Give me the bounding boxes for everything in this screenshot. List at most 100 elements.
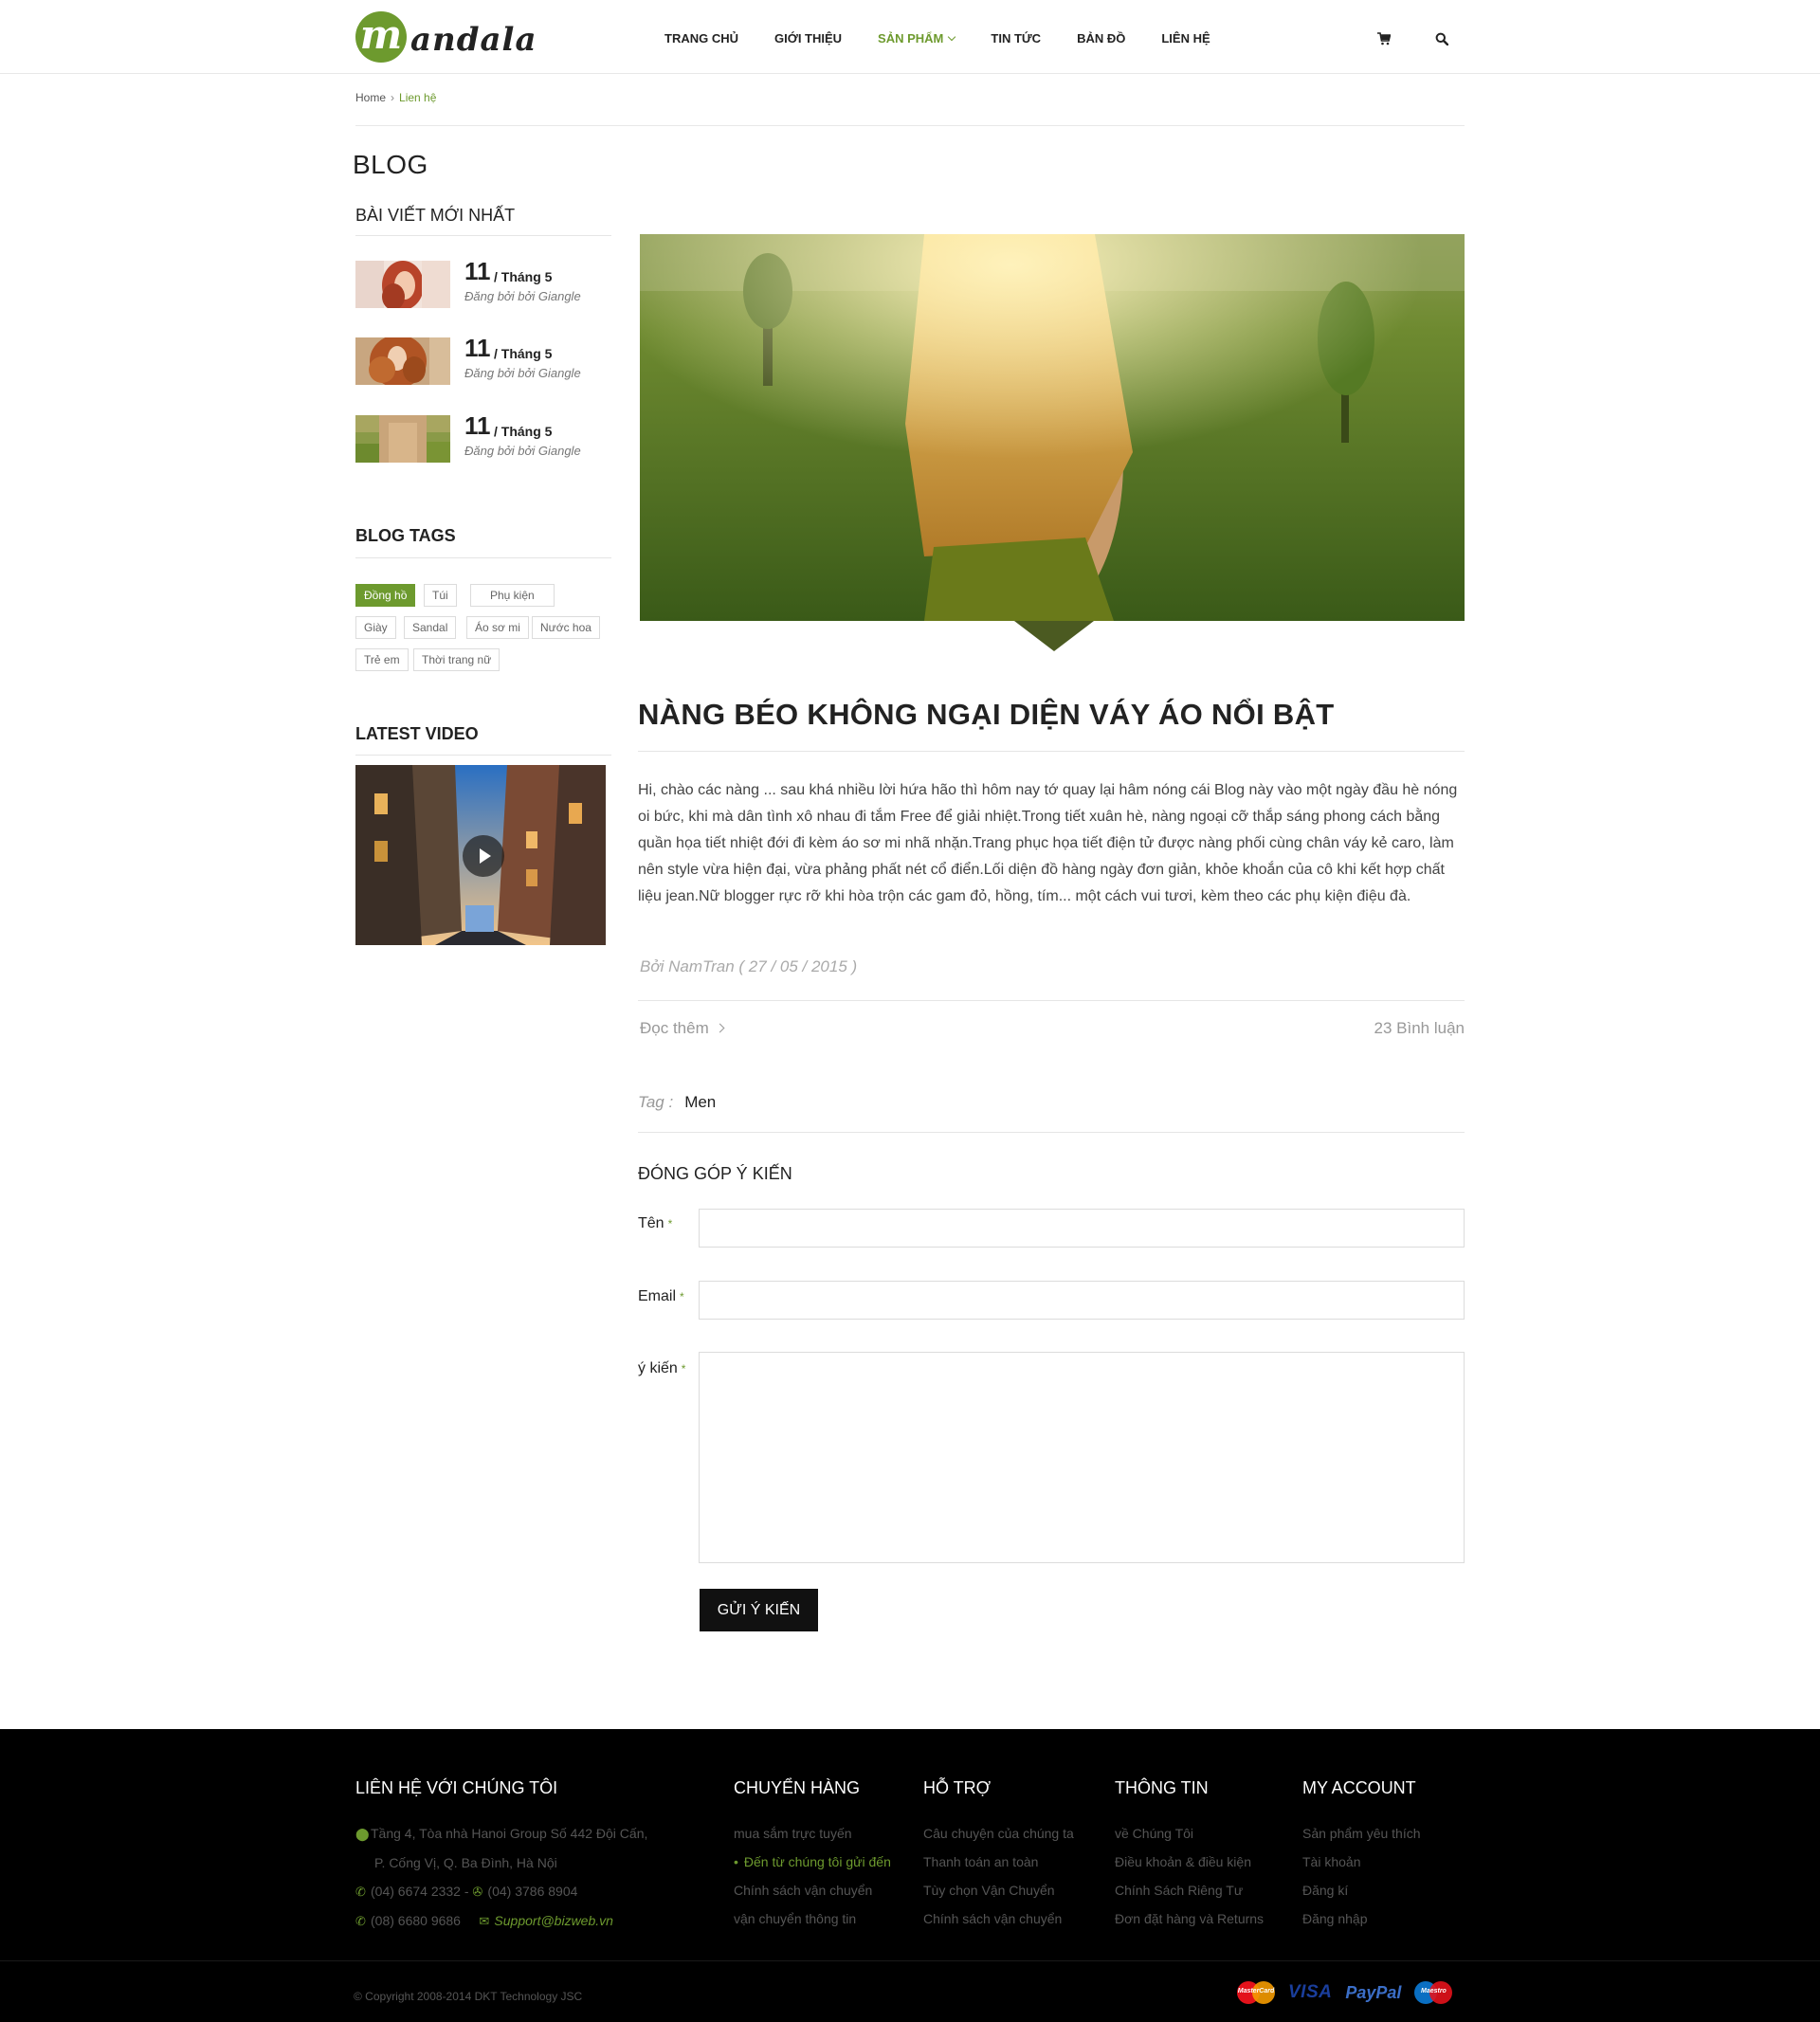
recent-post-author: Đăng bởi bởi Giangle	[464, 444, 581, 458]
footer-link[interactable]: Đơn đặt hàng và Returns	[1115, 1904, 1264, 1933]
footer-column-title: HỖ TRỢ	[923, 1778, 992, 1797]
comments-link[interactable]: 23 Bình luận	[1374, 1019, 1465, 1038]
comment-label-text: ý kiến	[638, 1360, 678, 1376]
tag-item[interactable]: Đồng hồ	[355, 584, 416, 607]
recent-post-day: 11	[464, 334, 491, 362]
article-title-divider	[638, 751, 1465, 752]
footer-link[interactable]: Câu chuyện của chúng ta	[923, 1819, 1074, 1848]
article-meta: Bởi NamTran ( 27 / 05 / 2015 )	[640, 957, 858, 975]
footer-link[interactable]: vận chuyển thông tin	[734, 1904, 891, 1933]
footer-divider	[0, 1960, 1820, 1961]
article-title[interactable]: NÀNG BÉO KHÔNG NGẠI DIỆN VÁY ÁO NỔI BẬT	[638, 698, 1335, 732]
recent-post[interactable]: 11 / Tháng 5 Đăng bởi bởi Giangle	[355, 411, 611, 463]
nav-news[interactable]: TIN TỨC	[991, 31, 1041, 50]
play-icon[interactable]	[463, 835, 504, 877]
breadcrumb-home[interactable]: Home	[355, 91, 386, 104]
footer-phone-row: ✆ (04) 6674 2332 - ✇ (04) 3786 8904	[355, 1877, 647, 1906]
logo-text: andala	[410, 21, 537, 59]
email-field[interactable]	[699, 1281, 1465, 1320]
footer-phone-1[interactable]: (04) 6674 2332	[371, 1884, 461, 1899]
tag-item[interactable]: Túi	[424, 584, 457, 607]
footer-link[interactable]: Chính Sách Riêng Tư	[1115, 1876, 1264, 1904]
footer-phone-row-2: ✆ (08) 6680 9686 ✉ Support@bizweb.vn	[355, 1906, 647, 1936]
recent-post-author: Đăng bởi bởi Giangle	[464, 289, 581, 303]
recent-posts-title: BÀI VIẾT MỚI NHẤT	[355, 206, 516, 225]
search-icon[interactable]	[1435, 32, 1448, 46]
tag-item[interactable]: Trẻ em	[355, 648, 409, 671]
recent-post-thumbnail[interactable]	[355, 415, 450, 463]
footer-email[interactable]: Support@bizweb.vn	[494, 1913, 613, 1928]
footer-link[interactable]: Chính sách vận chuyển	[734, 1876, 891, 1904]
blog-tags-divider	[355, 557, 611, 558]
tag-item[interactable]: Áo sơ mi	[466, 616, 529, 639]
footer-phone-separator: -	[464, 1884, 469, 1899]
breadcrumb-current[interactable]: Lien hệ	[399, 91, 436, 104]
breadcrumb: Home › Lien hệ	[355, 91, 436, 104]
footer-link[interactable]: Đăng kí	[1302, 1876, 1421, 1904]
nav-products-label: SẢN PHẨM	[878, 31, 944, 46]
nav-contact[interactable]: LIÊN HỆ	[1161, 31, 1210, 50]
footer-link[interactable]: Chính sách vận chuyển	[923, 1904, 1074, 1933]
required-mark: *	[680, 1290, 684, 1303]
name-label: Tên *	[638, 1215, 672, 1232]
footer-column-title: MY ACCOUNT	[1302, 1778, 1416, 1797]
read-more-link[interactable]: Đọc thêm	[640, 1019, 725, 1038]
site-logo[interactable]: m andala	[355, 11, 537, 63]
footer-link[interactable]: Sản phẩm yêu thích	[1302, 1819, 1421, 1848]
footer-account: MY ACCOUNT Sản phẩm yêu thích Tài khoản …	[1302, 1778, 1421, 1933]
tag-item[interactable]: Nước hoa	[532, 616, 600, 639]
comment-label: ý kiến *	[638, 1360, 685, 1377]
footer-link[interactable]: mua sắm trực tuyến	[734, 1819, 891, 1848]
map-pin-icon: ⬤	[355, 1827, 370, 1841]
read-more-label: Đọc thêm	[640, 1019, 709, 1037]
article-tags: Tag : Men	[638, 1093, 716, 1112]
nav-map[interactable]: BẢN ĐỒ	[1077, 31, 1125, 50]
footer-link[interactable]: Đăng nhập	[1302, 1904, 1421, 1933]
video-player[interactable]	[355, 765, 606, 945]
recent-post[interactable]: 11 / Tháng 5 Đăng bởi bởi Giangle	[355, 257, 611, 308]
breadcrumb-separator-icon: ›	[391, 91, 395, 104]
nav-home[interactable]: TRANG CHỦ	[664, 31, 738, 50]
footer-phone-2[interactable]: (08) 6680 9686	[371, 1913, 461, 1928]
article-hero-image	[640, 234, 1465, 621]
name-field[interactable]	[699, 1209, 1465, 1248]
phone-icon: ✆	[355, 1914, 366, 1928]
recent-post-month: / Tháng 5	[494, 269, 553, 284]
footer-column-title: THÔNG TIN	[1115, 1778, 1209, 1797]
tag-item[interactable]: Phụ kiện	[470, 584, 555, 607]
tag-item[interactable]: Giày	[355, 616, 396, 639]
maestro-label: Maestro	[1420, 1988, 1447, 1995]
recent-post-thumbnail[interactable]	[355, 261, 450, 308]
article-tag-label: Tag :	[638, 1093, 674, 1111]
article-tags-divider	[638, 1132, 1465, 1133]
paypal-icon: PayPal	[1345, 1982, 1402, 2002]
latest-video-divider	[355, 755, 611, 756]
cart-icon[interactable]	[1377, 32, 1391, 46]
comment-textarea[interactable]	[699, 1352, 1465, 1563]
footer-link[interactable]: Đến từ chúng tôi gửi đến	[734, 1848, 891, 1876]
footer-link[interactable]: về Chúng Tôi	[1115, 1819, 1264, 1848]
required-mark: *	[667, 1217, 673, 1230]
recent-post-thumbnail[interactable]	[355, 337, 450, 385]
footer-link[interactable]: Thanh toán an toàn	[923, 1848, 1074, 1876]
mastercard-icon: MasterCard	[1237, 1981, 1275, 2004]
recent-post-author: Đăng bởi bởi Giangle	[464, 366, 581, 380]
site-footer: LIÊN HỆ VỚI CHÚNG TÔI ⬤Tầng 4, Tòa nhà H…	[0, 1729, 1820, 2022]
footer-column-title: CHUYỂN HÀNG	[734, 1778, 861, 1797]
footer-fax[interactable]: (04) 3786 8904	[487, 1884, 577, 1899]
article-tag-value[interactable]: Men	[684, 1093, 716, 1111]
footer-link[interactable]: Tài khoản	[1302, 1848, 1421, 1876]
payment-methods: MasterCard VISA PayPal Maestro	[1237, 1979, 1453, 2006]
email-label: Email *	[638, 1288, 684, 1305]
nav-products[interactable]: SẢN PHẨM	[878, 31, 956, 50]
comment-form-title: ĐÓNG GÓP Ý KIẾN	[638, 1164, 792, 1183]
breadcrumb-divider	[355, 125, 1465, 126]
tag-item[interactable]: Sandal	[404, 616, 457, 639]
recent-post[interactable]: 11 / Tháng 5 Đăng bởi bởi Giangle	[355, 334, 611, 385]
recent-post-month: / Tháng 5	[494, 424, 553, 439]
submit-comment-button[interactable]: GỬI Ý KIẾN	[700, 1589, 818, 1631]
footer-link[interactable]: Điều khoản & điều kiện	[1115, 1848, 1264, 1876]
nav-about[interactable]: GIỚI THIỆU	[774, 31, 842, 50]
footer-link[interactable]: Tùy chọn Vận Chuyển	[923, 1876, 1074, 1904]
tag-item[interactable]: Thời trang nữ	[413, 648, 500, 671]
